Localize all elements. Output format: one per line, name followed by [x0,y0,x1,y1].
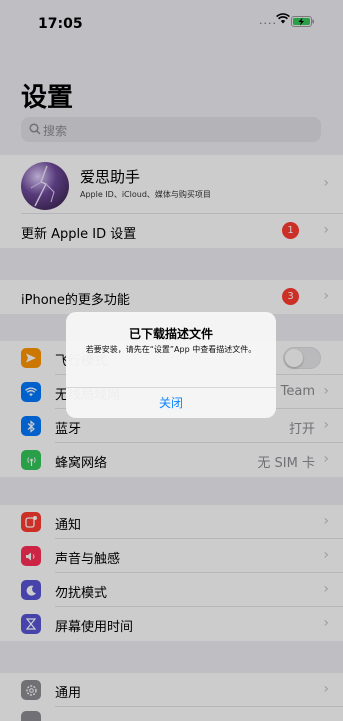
close-button[interactable]: 关闭 [66,388,276,418]
alert-message: 若要安装，请先在“设置”App 中查看描述文件。 [85,345,257,354]
alert-title: 已下载描述文件 [128,327,213,341]
profile-downloaded-alert: 已下载描述文件 若要安装，请先在“设置”App 中查看描述文件。 关闭 [66,312,276,418]
